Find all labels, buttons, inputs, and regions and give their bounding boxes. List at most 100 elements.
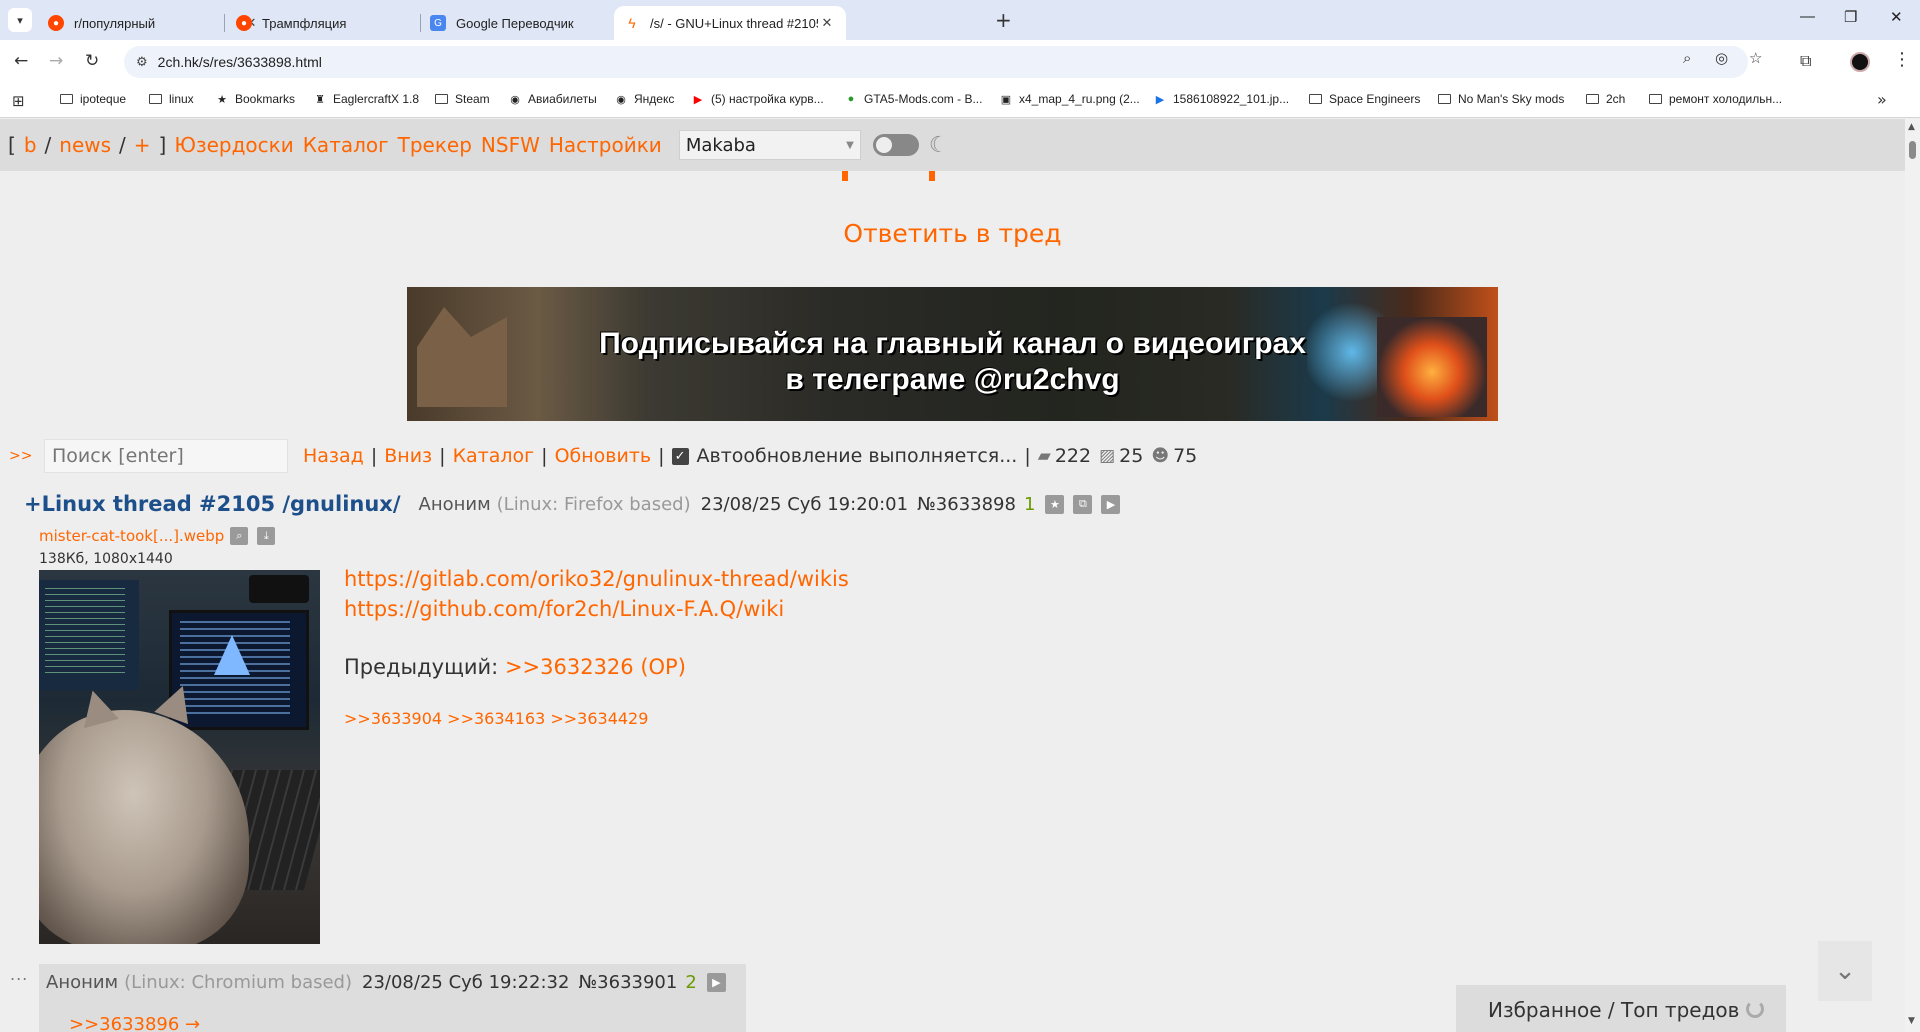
- apps-grid-icon[interactable]: ⊞: [12, 92, 25, 110]
- reply-to-thread-link[interactable]: Ответить в тред: [0, 219, 1905, 248]
- bookmark-youtube[interactable]: ▶ (5) настройка курв...: [691, 92, 824, 106]
- autoupdate-checkbox[interactable]: ✓: [671, 447, 689, 465]
- scroll-down-arrow-icon[interactable]: ▼: [1908, 1016, 1915, 1026]
- post-options-dots[interactable]: ...: [10, 965, 28, 984]
- folder-icon: [1649, 94, 1662, 104]
- catalog-nav-link[interactable]: Каталог: [453, 445, 535, 467]
- post-count: 222: [1054, 445, 1092, 467]
- eye-off-icon[interactable]: ◎: [1715, 49, 1728, 67]
- url-text: 2ch.hk/s/res/3633898.html: [157, 54, 322, 70]
- bookmark-eaglercraft[interactable]: ♜ EaglercraftX 1.8: [313, 92, 419, 106]
- post-number[interactable]: №3633898: [917, 494, 1016, 515]
- reply-link[interactable]: >>3634429: [550, 709, 648, 728]
- separator: |: [1024, 445, 1031, 467]
- favorites-panel[interactable]: Избранное / Топ тредов: [1456, 985, 1786, 1032]
- forward-arrow-icon[interactable]: →: [49, 51, 63, 71]
- tab-linux-thread[interactable]: ϟ /s/ - GNU+Linux thread #2105 ✕: [614, 6, 846, 40]
- site-info-icon[interactable]: ⚙: [136, 55, 148, 70]
- bookmark-yandex[interactable]: ◉ Яндекс: [614, 92, 674, 106]
- bookmark-fridge-repair[interactable]: ремонт холодильн...: [1649, 92, 1782, 106]
- dark-mode-toggle[interactable]: [872, 134, 919, 156]
- attachment-thumbnail[interactable]: [39, 570, 320, 944]
- extensions-icon[interactable]: ⧉: [1800, 51, 1811, 71]
- favorite-star-icon[interactable]: ★: [1045, 494, 1065, 514]
- star-icon[interactable]: ☆: [1749, 49, 1762, 67]
- scroll-up-arrow-icon[interactable]: ▲: [1908, 122, 1915, 132]
- settings-link[interactable]: Настройки: [549, 133, 662, 157]
- catalog-link[interactable]: Каталог: [303, 133, 389, 157]
- search-input[interactable]: [44, 439, 288, 473]
- menu-kebab-icon[interactable]: ⋮: [1893, 49, 1911, 70]
- bookmark-label: Bookmarks: [235, 92, 296, 106]
- minimize-button[interactable]: —: [1800, 8, 1815, 25]
- scrollbar-thumb[interactable]: [1909, 141, 1916, 159]
- chevron-down-icon: ▼: [846, 139, 854, 151]
- userboards-link[interactable]: Юзердоски: [174, 133, 293, 157]
- style-select[interactable]: Makaba ▼: [678, 130, 861, 160]
- quote-link[interactable]: >>3633896 →: [69, 1014, 200, 1032]
- page-scrollbar[interactable]: ▲ ▼: [1905, 119, 1920, 1032]
- thread-title: +Linux thread #2105 /gnulinux/: [24, 492, 401, 516]
- thumb-terminal-lines: [45, 588, 125, 678]
- thumb-webcam: [249, 575, 309, 603]
- poster-os: (Linux: Chromium based): [124, 972, 352, 993]
- bookmark-bookmarks[interactable]: ★ Bookmarks: [215, 92, 295, 106]
- nsfw-link[interactable]: NSFW: [481, 133, 540, 157]
- github-faq-link[interactable]: https://github.com/for2ch/Linux-F.A.Q/wi…: [344, 594, 849, 624]
- image-count: 25: [1119, 445, 1144, 467]
- search-image-icon[interactable]: ⌕: [230, 527, 249, 545]
- bookmark-aviabilety[interactable]: ◉ Авиабилеты: [508, 92, 597, 106]
- close-window-button[interactable]: ✕: [1890, 8, 1903, 26]
- ad-banner[interactable]: Подписывайся на главный канал о видеоигр…: [407, 287, 1498, 421]
- back-arrow-icon[interactable]: ←: [14, 51, 28, 71]
- refresh-link[interactable]: Обновить: [555, 445, 652, 467]
- bookmark-linux[interactable]: linux: [149, 92, 194, 106]
- profile-avatar[interactable]: [1850, 52, 1870, 72]
- poster-name: Аноним: [418, 493, 491, 515]
- style-select-value: Makaba: [685, 134, 756, 156]
- gitlab-wiki-link[interactable]: https://gitlab.com/oriko32/gnulinux-thre…: [344, 564, 849, 594]
- address-bar[interactable]: ⚙ 2ch.hk/s/res/3633898.html: [124, 46, 1748, 78]
- back-link[interactable]: Назад: [303, 445, 364, 467]
- reply-post: Аноним (Linux: Chromium based) 23/08/25 …: [39, 964, 746, 1032]
- reload-icon[interactable]: ↻: [85, 51, 99, 71]
- zoom-icon[interactable]: ⌕: [1683, 49, 1691, 67]
- more-bookmarks-icon[interactable]: »: [1877, 90, 1887, 109]
- bookmark-space-engineers[interactable]: Space Engineers: [1309, 92, 1420, 106]
- tab-search-button[interactable]: ▾: [8, 8, 32, 32]
- download-icon[interactable]: ⤓: [257, 527, 276, 545]
- board-link-b[interactable]: b: [24, 133, 37, 157]
- scroll-down-button[interactable]: ⌄: [1818, 941, 1872, 1001]
- previous-thread-link[interactable]: >>3632326 (OP): [505, 655, 686, 679]
- post-menu-play-icon[interactable]: ▶: [706, 973, 726, 992]
- new-tab-button[interactable]: +: [995, 8, 1012, 32]
- bookmark-ipoteque[interactable]: ipoteque: [60, 92, 126, 106]
- hide-thread-icon[interactable]: ⧉: [1073, 494, 1093, 514]
- board-link-plus[interactable]: +: [134, 133, 151, 157]
- image-icon: ▨: [1099, 446, 1116, 466]
- down-link[interactable]: Вниз: [384, 445, 432, 467]
- restore-button[interactable]: ❐: [1844, 8, 1857, 26]
- attachment-link[interactable]: mister-cat-took[...].webp: [39, 527, 224, 545]
- image-icon: ▣: [1000, 93, 1012, 106]
- bookmark-label: ipoteque: [80, 92, 127, 106]
- post-number[interactable]: №3633901: [578, 972, 677, 993]
- bookmark-gta5mods[interactable]: ● GTA5-Mods.com - B...: [844, 92, 983, 106]
- bookmark-steam[interactable]: Steam: [435, 92, 490, 106]
- bookmark-x4map[interactable]: ▣ x4_map_4_ru.png (2...: [999, 92, 1140, 106]
- board-link-news[interactable]: news: [59, 133, 111, 157]
- bookmark-nms-mods[interactable]: No Man's Sky mods: [1438, 92, 1564, 106]
- header-dash: [929, 171, 935, 181]
- bookmark-jpg[interactable]: ▶ 1586108922_101.jp...: [1153, 92, 1289, 106]
- reply-link[interactable]: >>3633904: [344, 709, 442, 728]
- reply-link[interactable]: >>3634163: [447, 709, 545, 728]
- op-post-header: +Linux thread #2105 /gnulinux/ Аноним (L…: [24, 492, 1129, 516]
- tracker-link[interactable]: Трекер: [398, 133, 472, 157]
- tab-separator: [224, 14, 225, 32]
- post-menu-play-icon[interactable]: ▶: [1101, 494, 1121, 514]
- op-replies: >>3633904 >>3634163 >>3634429: [344, 709, 648, 728]
- bookmark-2ch[interactable]: 2ch: [1586, 92, 1625, 106]
- attachment-file: mister-cat-took[...].webp ⌕ ⤓: [39, 527, 284, 545]
- close-icon[interactable]: ✕: [818, 15, 836, 31]
